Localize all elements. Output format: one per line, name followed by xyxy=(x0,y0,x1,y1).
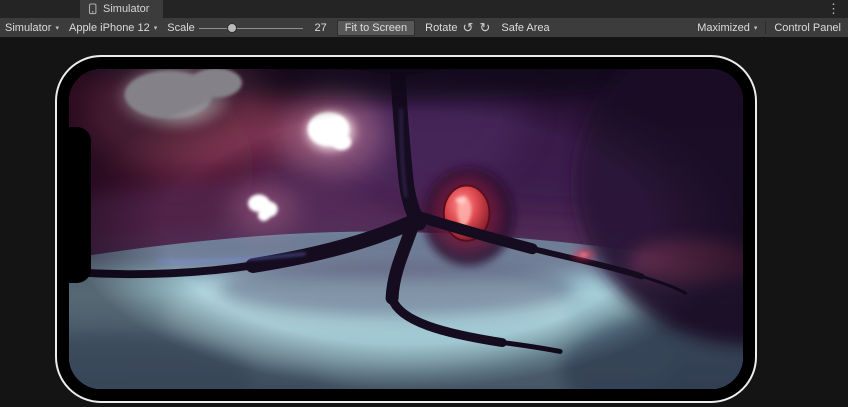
chevron-down-icon: ▾ xyxy=(754,24,758,32)
safe-area-toggle[interactable]: Safe Area xyxy=(501,22,549,34)
device-dropdown-label: Apple iPhone 12 xyxy=(69,22,150,34)
tab-simulator[interactable]: Simulator xyxy=(80,0,163,18)
maximized-dropdown-label: Maximized xyxy=(697,22,750,34)
game-scene-render xyxy=(69,69,743,389)
simulator-dropdown-label: Simulator xyxy=(5,22,51,34)
control-panel-button[interactable]: Control Panel xyxy=(774,22,841,34)
maximized-dropdown[interactable]: Maximized ▾ xyxy=(697,22,757,34)
scale-slider-track[interactable] xyxy=(199,28,303,29)
scale-slider-thumb[interactable] xyxy=(227,23,237,33)
device-dropdown[interactable]: Apple iPhone 12 ▾ xyxy=(69,22,157,34)
iphone-device-frame xyxy=(55,55,757,403)
fit-to-screen-label: Fit to Screen xyxy=(345,21,407,35)
scale-label: Scale xyxy=(167,22,195,34)
toolbar-divider xyxy=(765,21,766,34)
control-panel-label: Control Panel xyxy=(774,22,841,34)
scale-slider[interactable] xyxy=(199,20,303,36)
rotate-control: Rotate ↺ ↻ xyxy=(425,21,491,34)
fit-to-screen-button[interactable]: Fit to Screen xyxy=(337,20,415,36)
rotate-cw-icon[interactable]: ↻ xyxy=(478,21,491,34)
scene-vignette xyxy=(69,69,743,389)
tab-label: Simulator xyxy=(103,3,149,15)
chevron-down-icon: ▾ xyxy=(154,24,158,32)
simulator-canvas xyxy=(0,37,848,407)
scale-control: Scale 27 xyxy=(167,20,327,36)
scale-value-field[interactable]: 27 xyxy=(307,22,327,34)
chevron-down-icon: ▾ xyxy=(55,24,59,32)
tab-strip: Simulator ⋮ xyxy=(0,0,848,18)
simulator-dropdown[interactable]: Simulator ▾ xyxy=(5,22,59,34)
simulator-toolbar: Simulator ▾ Apple iPhone 12 ▾ Scale 27 F… xyxy=(0,18,848,37)
device-screen[interactable] xyxy=(69,69,743,389)
toolbar-right-group: Maximized ▾ Control Panel xyxy=(697,21,843,34)
window-menu-icon[interactable]: ⋮ xyxy=(821,0,846,18)
device-simulator-icon xyxy=(87,3,98,15)
safe-area-label: Safe Area xyxy=(501,22,549,34)
rotate-label: Rotate xyxy=(425,22,457,34)
rotate-ccw-icon[interactable]: ↺ xyxy=(462,21,475,34)
iphone-notch xyxy=(69,127,91,283)
